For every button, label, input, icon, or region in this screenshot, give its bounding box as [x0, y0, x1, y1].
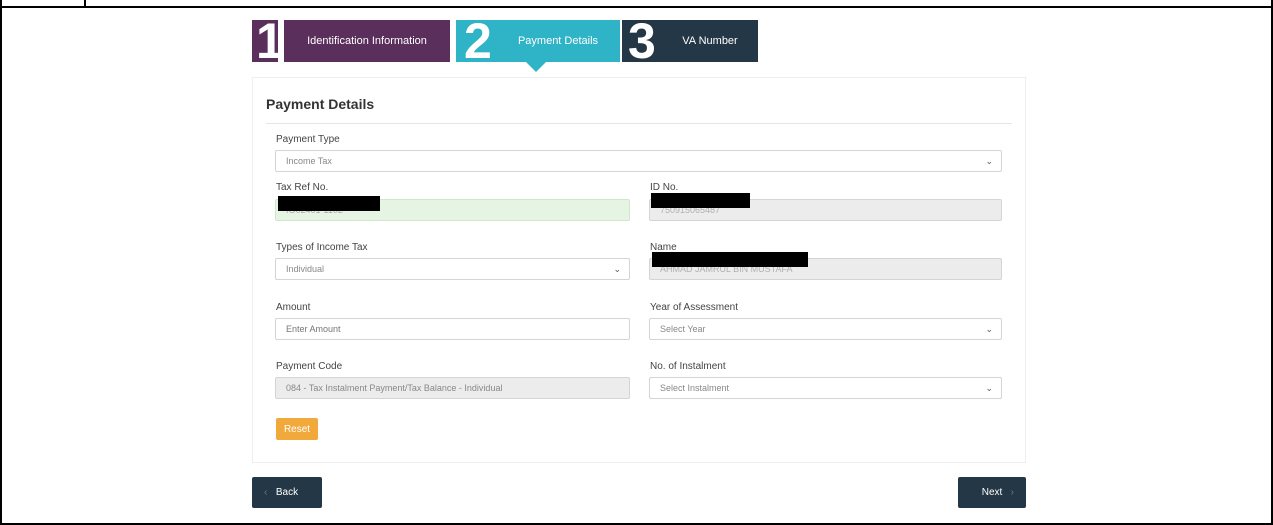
income-tax-type-label: Types of Income Tax	[276, 242, 368, 253]
instalment-label: No. of Instalment	[650, 361, 726, 372]
step-number: 3	[622, 20, 664, 62]
step-identification[interactable]: 1 Identification Information	[252, 20, 450, 62]
payment-type-select[interactable]: Income Tax ⌄	[275, 150, 1002, 172]
payment-type-label: Payment Type	[276, 134, 340, 145]
redaction-bar	[651, 193, 750, 208]
next-label: Next	[981, 487, 1003, 498]
year-of-assessment-select[interactable]: Select Year ⌄	[649, 318, 1002, 340]
payment-code-input: 084 - Tax Instalment Payment/Tax Balance…	[275, 377, 630, 399]
income-tax-type-select[interactable]: Individual ⌄	[275, 258, 630, 280]
income-tax-type-value: Individual	[286, 264, 325, 274]
chevron-down-icon: ⌄	[613, 264, 621, 274]
payment-type-value: Income Tax	[286, 156, 332, 166]
chevron-down-icon: ⌄	[985, 383, 993, 393]
step-va-number[interactable]: 3 VA Number	[622, 20, 758, 62]
step-label: Payment Details	[496, 20, 620, 62]
step-number: 2	[456, 20, 496, 62]
instalment-value: Select Instalment	[660, 383, 730, 393]
step-label: Identification Information	[284, 20, 450, 62]
progress-stepper: 1 Identification Information 2 Payment D…	[252, 20, 762, 72]
year-of-assessment-value: Select Year	[660, 324, 706, 334]
step-payment-details[interactable]: 2 Payment Details	[456, 20, 620, 62]
year-of-assessment-label: Year of Assessment	[650, 302, 739, 313]
card-divider	[266, 123, 1012, 124]
reset-button[interactable]: Reset	[276, 418, 318, 440]
back-label: Back	[275, 487, 299, 498]
redaction-bar	[278, 196, 380, 211]
instalment-select[interactable]: Select Instalment ⌄	[649, 377, 1002, 399]
step-label: VA Number	[662, 20, 758, 62]
window-divider	[84, 0, 86, 8]
chevron-left-icon: ‹	[264, 487, 268, 498]
card-title: Payment Details	[266, 96, 375, 112]
chevron-down-icon: ⌄	[985, 156, 993, 166]
chevron-right-icon: ›	[1010, 487, 1014, 498]
back-button[interactable]: ‹ Back	[252, 477, 322, 508]
step-number: 1	[252, 20, 278, 62]
active-step-pointer	[526, 62, 546, 72]
payment-code-value: 084 - Tax Instalment Payment/Tax Balance…	[286, 383, 503, 393]
amount-label: Amount	[276, 302, 311, 313]
tax-ref-label: Tax Ref No.	[276, 182, 329, 193]
chevron-down-icon: ⌄	[985, 324, 993, 334]
amount-input[interactable]	[275, 318, 630, 340]
next-button[interactable]: Next ›	[958, 477, 1026, 508]
id-no-label: ID No.	[650, 182, 679, 193]
redaction-bar	[652, 252, 808, 267]
window-top-border	[0, 6, 1273, 8]
payment-code-label: Payment Code	[276, 361, 343, 372]
